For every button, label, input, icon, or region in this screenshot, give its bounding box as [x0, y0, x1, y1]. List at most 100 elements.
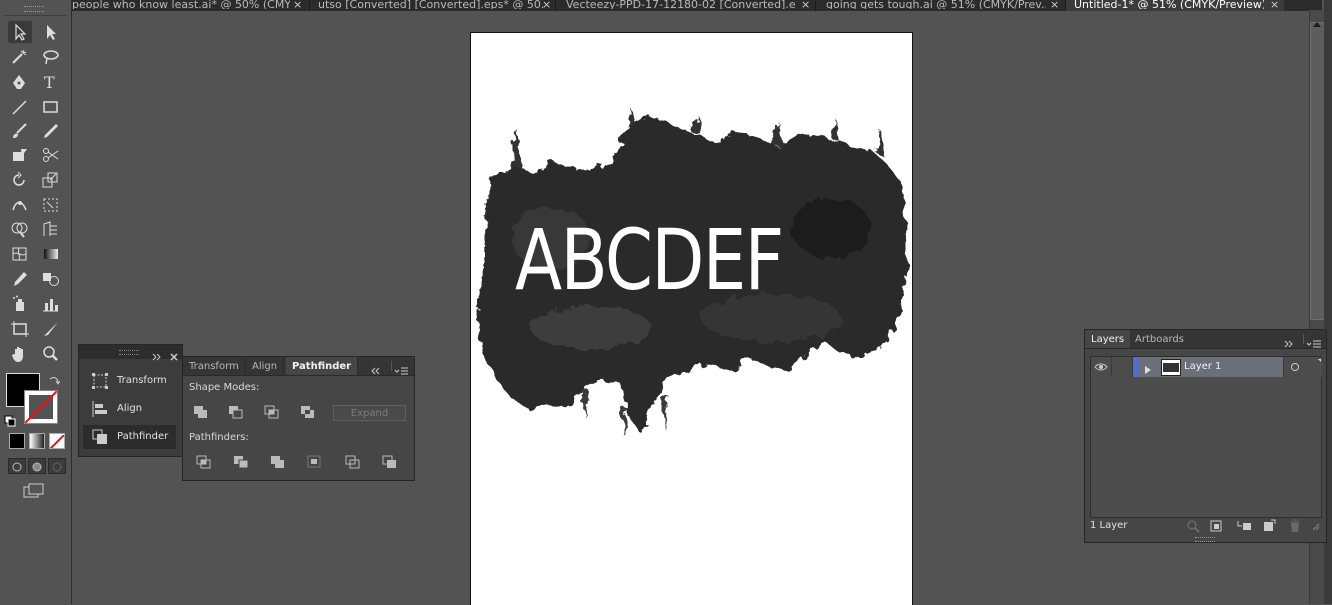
- outline-button[interactable]: [344, 454, 362, 470]
- tab-artboards[interactable]: Artboards: [1129, 330, 1190, 348]
- tab-close-icon[interactable]: ×: [1050, 0, 1059, 10]
- panel-grip[interactable]: [119, 350, 139, 355]
- artboard-tool[interactable]: [8, 318, 32, 340]
- trim-button[interactable]: [232, 454, 250, 470]
- blob-brush-tool[interactable]: [8, 144, 32, 166]
- pathfinder-panel-tabs: Transform Align Pathfinder: [183, 357, 414, 376]
- gradient-tool[interactable]: [39, 243, 63, 265]
- canvas-text-abcdef[interactable]: ABCDEF: [515, 210, 794, 310]
- svg-text:T: T: [44, 73, 55, 91]
- perspective-grid-tool[interactable]: [39, 218, 63, 240]
- tab-close-icon[interactable]: ×: [801, 0, 810, 10]
- paintbrush-tool[interactable]: [8, 120, 32, 142]
- intersect-button[interactable]: [263, 404, 281, 420]
- resize-grip-icon[interactable]: [1312, 523, 1320, 531]
- layers-panel-tabs: Layers Artboards: [1085, 330, 1326, 349]
- scissors-tool[interactable]: [39, 144, 63, 166]
- panel-menu-icon[interactable]: [391, 361, 410, 375]
- tab-close-icon[interactable]: ×: [293, 0, 302, 10]
- tab-pathfinder[interactable]: Pathfinder: [286, 357, 359, 375]
- tab-transform[interactable]: Transform: [183, 357, 246, 375]
- panel-menu-icon[interactable]: [1303, 334, 1324, 348]
- tab-title: Vecteezy-PPD-17-12180-02 [Converted].eps…: [566, 0, 796, 9]
- color-mode-icon[interactable]: [9, 433, 25, 449]
- document-tab[interactable]: utso [Converted] [Converted].eps* @ 50..…: [310, 0, 554, 11]
- collapse-panel-icon[interactable]: [369, 361, 381, 375]
- layers-list: Layer 1: [1090, 356, 1322, 518]
- pathfinders-label: Pathfinders:: [189, 432, 249, 443]
- create-sublayer-icon[interactable]: [1236, 519, 1252, 533]
- document-tab-active[interactable]: Untitled-1* @ 51% (CMYK/Preview) ×: [1066, 0, 1284, 11]
- document-tab[interactable]: Vecteezy-PPD-17-12180-02 [Converted].eps…: [556, 0, 814, 11]
- slice-tool[interactable]: [39, 318, 63, 340]
- panel-item-transform[interactable]: Transform: [83, 369, 176, 393]
- visibility-eye-icon[interactable]: [1091, 357, 1112, 377]
- expand-panels-icon[interactable]: [152, 347, 162, 361]
- crop-button[interactable]: [306, 454, 324, 470]
- minus-front-button[interactable]: [227, 404, 245, 420]
- document-tab[interactable]: going gets tough.ai @ 51% (CMYK/Prev... …: [816, 0, 1064, 11]
- type-tool[interactable]: T: [39, 71, 63, 93]
- tab-close-icon[interactable]: ×: [1270, 0, 1279, 10]
- eyedropper-tool[interactable]: [8, 268, 32, 290]
- make-clipping-mask-icon[interactable]: [1210, 519, 1224, 533]
- draw-normal-icon[interactable]: [8, 458, 26, 474]
- tab-layers[interactable]: Layers: [1085, 330, 1131, 348]
- panel-bottom-grip[interactable]: [1195, 537, 1215, 542]
- minus-back-button[interactable]: [381, 454, 399, 470]
- pencil-tool[interactable]: [39, 120, 63, 142]
- unite-button[interactable]: [192, 404, 210, 420]
- screen-mode-icon[interactable]: [22, 482, 46, 500]
- zoom-tool[interactable]: [39, 343, 63, 365]
- stroke-swatch[interactable]: [24, 390, 58, 424]
- column-graph-tool[interactable]: [39, 293, 63, 315]
- layer-row[interactable]: Layer 1: [1091, 357, 1322, 377]
- panel-item-pathfinder[interactable]: Pathfinder: [83, 425, 176, 449]
- pen-tool[interactable]: [8, 71, 32, 93]
- delete-layer-icon[interactable]: [1288, 519, 1302, 533]
- close-panel-icon[interactable]: [169, 347, 179, 361]
- tools-grip[interactable]: [24, 6, 44, 12]
- free-transform-tool[interactable]: [39, 194, 63, 216]
- rotate-tool[interactable]: [8, 169, 32, 191]
- exclude-button[interactable]: [299, 404, 317, 420]
- lock-toggle[interactable]: [1112, 357, 1133, 377]
- rectangle-tool[interactable]: [39, 96, 63, 118]
- merge-button[interactable]: [269, 454, 287, 470]
- default-fill-stroke-icon[interactable]: [4, 412, 16, 427]
- direct-selection-tool[interactable]: [39, 21, 63, 43]
- panel-header[interactable]: [79, 345, 182, 361]
- draw-inside-icon[interactable]: [48, 458, 66, 474]
- mesh-tool[interactable]: [8, 243, 32, 265]
- scale-tool[interactable]: [39, 169, 63, 191]
- tab-close-icon[interactable]: ×: [542, 0, 551, 10]
- tab-align[interactable]: Align: [246, 357, 285, 375]
- swap-fill-stroke-icon[interactable]: [48, 372, 61, 385]
- document-tab[interactable]: people who know least.ai* @ 50% (CMY... …: [72, 0, 309, 11]
- width-tool[interactable]: [8, 194, 32, 216]
- pathfinder-icon: [92, 429, 107, 444]
- target-circle-icon[interactable]: [1283, 357, 1322, 377]
- vertical-scroll-thumb[interactable]: [1310, 22, 1325, 320]
- create-new-layer-icon[interactable]: [1262, 519, 1276, 533]
- magic-wand-tool[interactable]: [8, 46, 32, 68]
- divide-button[interactable]: [195, 454, 213, 470]
- expand-layer-icon[interactable]: [1143, 361, 1153, 374]
- scroll-up-icon[interactable]: [1311, 13, 1323, 27]
- lasso-tool[interactable]: [39, 46, 63, 68]
- selection-tool[interactable]: [8, 21, 32, 43]
- layer-name[interactable]: Layer 1: [1184, 361, 1221, 372]
- locate-object-icon[interactable]: [1186, 519, 1200, 533]
- none-mode-icon[interactable]: [49, 433, 65, 449]
- hand-tool[interactable]: [8, 343, 32, 365]
- line-tool[interactable]: [8, 96, 32, 118]
- gradient-mode-icon[interactable]: [29, 433, 45, 449]
- shape-builder-tool[interactable]: [8, 218, 32, 240]
- blend-tool[interactable]: [39, 268, 63, 290]
- tools-divider: [4, 15, 66, 16]
- expand-button[interactable]: Expand: [333, 405, 406, 421]
- symbol-sprayer-tool[interactable]: [8, 293, 32, 315]
- collapse-panel-icon[interactable]: [1283, 334, 1295, 348]
- panel-item-align[interactable]: Align: [83, 397, 176, 421]
- draw-behind-icon[interactable]: [28, 458, 46, 474]
